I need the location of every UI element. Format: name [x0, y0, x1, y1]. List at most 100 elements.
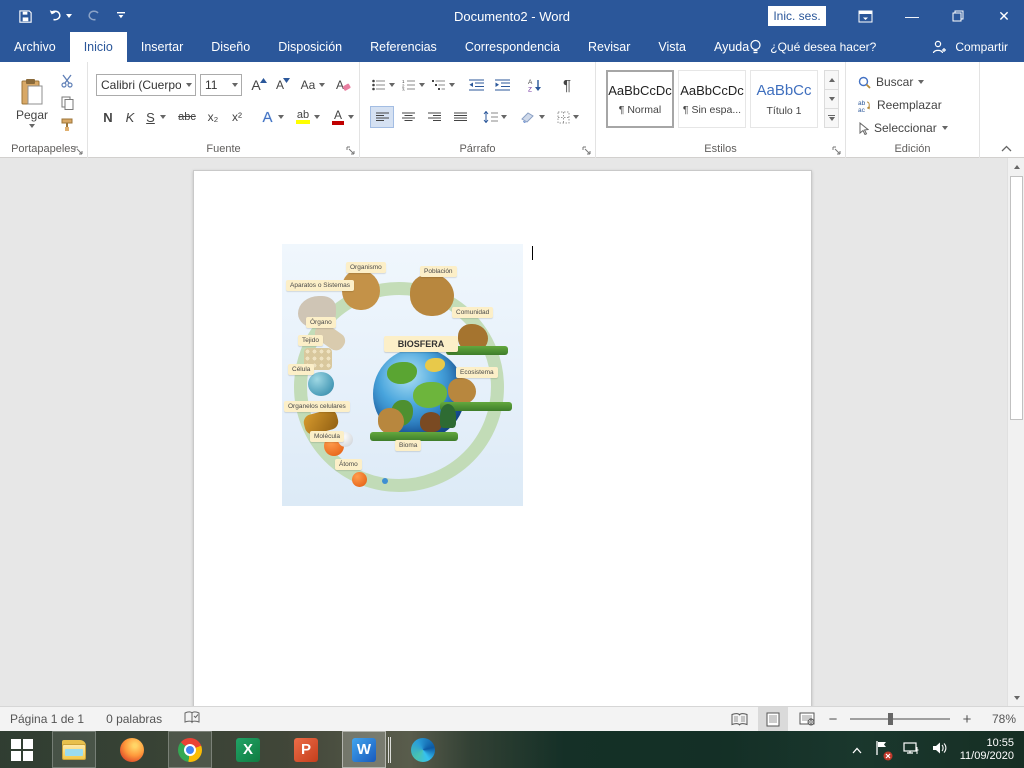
ribbon-display-options-button[interactable] [845, 0, 885, 32]
font-size-combo[interactable]: 11 [200, 74, 242, 96]
proofing-icon[interactable] [184, 711, 200, 727]
print-layout-button[interactable] [758, 707, 788, 731]
sort-button[interactable]: AZ [522, 74, 548, 96]
taskbar-firefox[interactable] [110, 731, 154, 768]
tab-correspondencia[interactable]: Correspondencia [451, 32, 574, 62]
numbering-button[interactable]: 123 [400, 74, 426, 96]
find-button[interactable]: Buscar [858, 72, 924, 92]
read-mode-button[interactable] [724, 707, 754, 731]
align-right-button[interactable] [422, 106, 446, 128]
fuente-dialog-launcher[interactable] [346, 145, 356, 155]
styles-scroll-down-button[interactable] [825, 90, 838, 109]
style-titulo-1[interactable]: AaBbCc Título 1 [750, 70, 818, 128]
strikethrough-button[interactable]: abc [174, 106, 200, 128]
tell-me-box[interactable]: ¿Qué desea hacer? [749, 39, 876, 55]
taskbar-file-explorer[interactable] [52, 731, 96, 768]
decrease-indent-button[interactable] [464, 74, 488, 96]
taskbar-chrome[interactable] [168, 731, 212, 768]
underline-button[interactable]: S [142, 106, 170, 128]
page-indicator[interactable]: Página 1 de 1 [10, 712, 84, 726]
format-painter-button[interactable] [56, 116, 78, 134]
collapse-ribbon-button[interactable] [996, 140, 1016, 156]
volume-icon[interactable] [932, 741, 948, 758]
line-spacing-button[interactable] [480, 106, 510, 128]
taskbar-clock[interactable]: 10:55 11/09/2020 [960, 737, 1014, 763]
restore-button[interactable] [938, 0, 978, 32]
taskbar-powerpoint[interactable]: P [284, 731, 328, 768]
start-button[interactable] [0, 731, 44, 768]
align-center-button[interactable] [396, 106, 420, 128]
scroll-down-button[interactable] [1008, 689, 1024, 706]
text-highlight-button[interactable]: ab [292, 106, 324, 128]
tab-vista[interactable]: Vista [644, 32, 700, 62]
font-color-button[interactable]: A [328, 106, 358, 128]
italic-button[interactable]: K [120, 106, 140, 128]
document-area[interactable]: BIOSFERA Organismo Población Aparatos o … [0, 158, 1024, 706]
tab-insertar[interactable]: Insertar [127, 32, 197, 62]
style-sin-espaciado[interactable]: AaBbCcDc ¶ Sin espa... [678, 70, 746, 128]
security-flag-icon[interactable] [874, 740, 890, 759]
parrafo-dialog-launcher[interactable] [582, 145, 592, 155]
web-layout-button[interactable] [792, 707, 822, 731]
bold-button[interactable]: N [98, 106, 118, 128]
portapapeles-dialog-launcher[interactable] [74, 145, 84, 155]
taskbar-word-active[interactable]: W [342, 731, 386, 768]
bullets-button[interactable] [370, 74, 396, 96]
estilos-dialog-launcher[interactable] [832, 145, 842, 155]
tab-revisar[interactable]: Revisar [574, 32, 644, 62]
vertical-scrollbar[interactable] [1007, 158, 1024, 706]
taskbar-edge[interactable] [401, 731, 445, 768]
tab-inicio[interactable]: Inicio [70, 32, 127, 62]
select-button[interactable]: Seleccionar [858, 118, 948, 138]
align-left-button[interactable] [370, 106, 394, 128]
text-effects-button[interactable]: A [258, 106, 288, 128]
zoom-slider[interactable] [850, 718, 950, 720]
zoom-in-button[interactable]: + [960, 711, 974, 728]
tab-disposicion[interactable]: Disposición [264, 32, 356, 62]
save-icon[interactable] [18, 9, 33, 24]
sign-in-button[interactable]: Inic. ses. [768, 6, 826, 26]
clear-formatting-button[interactable]: A [332, 74, 354, 96]
tab-diseno[interactable]: Diseño [197, 32, 264, 62]
font-name-combo[interactable]: Calibri (Cuerpo [96, 74, 196, 96]
paste-button[interactable]: Pegar [10, 70, 54, 136]
grow-font-button[interactable]: A [248, 74, 270, 96]
tab-archivo[interactable]: Archivo [0, 32, 70, 62]
tab-referencias[interactable]: Referencias [356, 32, 451, 62]
document-page[interactable]: BIOSFERA Organismo Población Aparatos o … [193, 170, 812, 706]
taskbar-excel[interactable]: X [226, 731, 270, 768]
cut-button[interactable] [56, 72, 78, 90]
zoom-out-button[interactable]: − [826, 711, 840, 728]
style-normal[interactable]: AaBbCcDc ¶ Normal [606, 70, 674, 128]
styles-gallery-more-button[interactable] [825, 109, 838, 127]
change-case-button[interactable]: Aa [298, 74, 328, 96]
shrink-font-button[interactable]: A [272, 74, 294, 96]
biosfera-diagram-image[interactable]: BIOSFERA Organismo Población Aparatos o … [282, 244, 523, 506]
zoom-slider-thumb[interactable] [888, 713, 893, 725]
justify-button[interactable] [448, 106, 472, 128]
font-size-dropdown-icon[interactable] [227, 83, 241, 87]
network-icon[interactable] [902, 741, 920, 759]
scroll-up-button[interactable] [1008, 158, 1024, 175]
replace-button[interactable]: abac Reemplazar [858, 95, 942, 115]
tray-chevron-icon[interactable] [852, 743, 862, 757]
customize-qat-button[interactable] [116, 11, 126, 21]
undo-button[interactable] [47, 9, 72, 23]
multilevel-list-button[interactable] [430, 74, 456, 96]
show-marks-button[interactable]: ¶ [556, 74, 578, 96]
word-count[interactable]: 0 palabras [106, 712, 162, 726]
borders-button[interactable] [552, 106, 584, 128]
scrollbar-thumb[interactable] [1010, 176, 1023, 420]
superscript-button[interactable]: x² [226, 106, 248, 128]
clipboard-icon [20, 78, 44, 106]
share-button[interactable]: Compartir [932, 40, 1008, 54]
font-name-dropdown-icon[interactable] [181, 83, 195, 87]
subscript-button[interactable]: x₂ [202, 106, 224, 128]
styles-scroll-up-button[interactable] [825, 71, 838, 90]
close-button[interactable]: ✕ [984, 0, 1024, 32]
zoom-percentage[interactable]: 78% [978, 712, 1016, 726]
copy-button[interactable] [56, 94, 78, 112]
shading-button[interactable] [516, 106, 548, 128]
minimize-button[interactable]: — [892, 0, 932, 32]
increase-indent-button[interactable] [490, 74, 514, 96]
